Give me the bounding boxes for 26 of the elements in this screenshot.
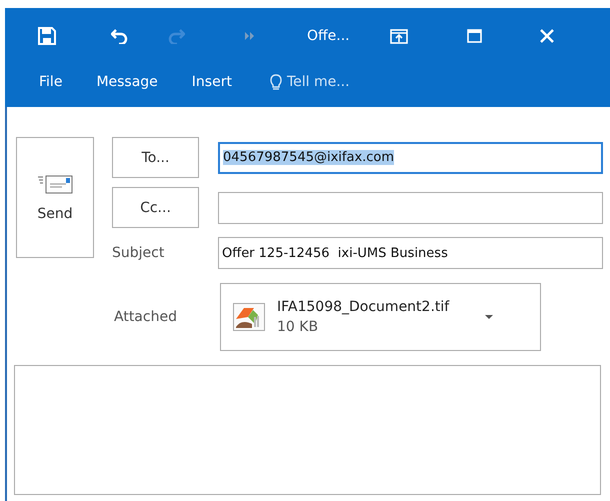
image-file-icon <box>233 303 265 331</box>
recipient-button[interactable]: To... <box>112 137 199 178</box>
ribbon-tab[interactable]: File <box>29 70 72 94</box>
ribbon-display-icon[interactable] <box>390 28 408 44</box>
ribbon-tab[interactable]: Message <box>86 70 168 94</box>
attachment-card[interactable]: IFA15098_Document2.tif 10 KB <box>220 283 541 351</box>
subject-field[interactable]: Offer 125-12456 ixi-UMS Business <box>218 237 603 269</box>
attachment-size: 10 KB <box>277 318 320 337</box>
attachment-file-name: IFA15098_Document2.tif <box>277 298 450 317</box>
recipient-button[interactable]: Cc... <box>112 187 199 228</box>
recipient-field[interactable] <box>218 192 603 224</box>
tell-me-search[interactable]: Tell me... <box>286 74 350 90</box>
save-icon[interactable] <box>38 27 56 45</box>
ribbon-tab[interactable]: Insert <box>182 70 242 94</box>
recipient-field[interactable]: 04567987545@ixifax.com <box>218 142 603 174</box>
lightbulb-icon <box>270 74 282 90</box>
window-title: Offe... <box>307 28 350 44</box>
message-body-field[interactable] <box>14 365 601 495</box>
attached-label: Attached <box>114 309 178 325</box>
close-icon[interactable] <box>540 29 554 43</box>
maximize-icon[interactable] <box>466 29 482 43</box>
envelope-icon <box>37 174 73 194</box>
dropdown-caret-icon[interactable] <box>485 315 494 319</box>
send-button[interactable]: Send <box>16 137 94 258</box>
subject-label: Subject <box>112 245 166 261</box>
undo-icon[interactable] <box>111 28 129 44</box>
